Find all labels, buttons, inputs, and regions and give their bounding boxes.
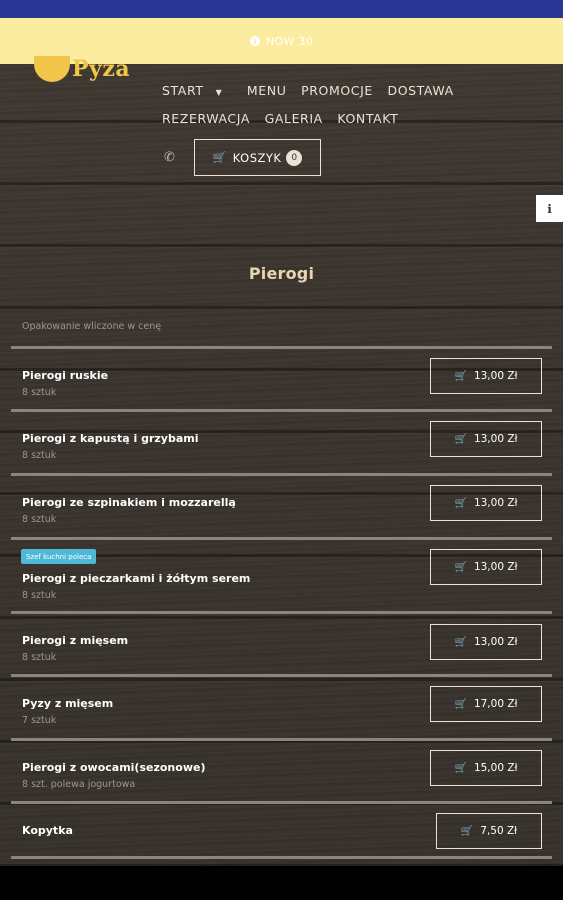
cart-icon: 🛒 [454,433,467,445]
nav-item-rezerwacja[interactable]: REZERWACJA [162,106,250,132]
cart-button[interactable]: 🛒 KOSZYK 0 [194,139,321,176]
cart-count-badge: 0 [286,149,303,166]
item-price: 7,50 Zł [480,825,518,837]
item-desc: 8 sztuk [22,652,57,663]
item-name: Pierogi z kapustą i grzybami [22,432,199,445]
cart-icon: 🛒 [454,636,467,648]
chef-recommends-badge: Szef kuchni poleca [21,549,97,564]
item-price: 17,00 Zł [473,698,518,710]
add-to-cart-button[interactable]: 🛒 13,00 Zł [430,485,542,521]
nav-item-start[interactable]: START ▼ [162,78,232,106]
item-price: 13,00 Zł [473,636,518,648]
item-name: Kopytka [22,824,73,837]
item-name: Pyzy z mięsem [22,697,114,710]
add-to-cart-button[interactable]: 🛒 17,00 Zł [430,686,542,722]
dumpling-logo-icon [34,56,70,82]
main-nav: START ▼ MENU PROMOCJE DOSTAWA REZERWACJA … [162,78,542,132]
item-desc: 7 sztuk [22,715,57,726]
nav-item-kontakt[interactable]: KONTAKT [337,106,398,132]
item-desc: 8 sztuk [22,514,57,525]
item-desc: 8 szt. polewa jogurtowa [22,779,136,790]
menu-item: Pyzy z mięsem 7 sztuk 🛒 17,00 Zł [11,674,552,738]
notice-text: NOW 30 [265,34,314,48]
menu-item: Pierogi ruskie 8 sztuk 🛒 13,00 Zł [11,346,552,409]
cart-icon: 🛒 [460,825,474,837]
cart-icon: 🛒 [454,497,467,509]
menu-item: Kopytka 🛒 7,50 Zł [11,801,552,859]
status-bar [0,0,563,18]
cart-label: KOSZYK [232,150,282,165]
info-side-button[interactable]: ℹ [536,195,563,222]
nav-item-label: START [162,83,204,98]
menu-item: Pierogi z kapustą i grzybami 8 sztuk 🛒 1… [11,409,552,473]
item-name: Pierogi ze szpinakiem i mozzarellą [22,496,236,509]
cart-icon: 🛒 [454,561,467,573]
item-price: 13,00 Zł [473,433,518,445]
logo-text: Pyza [72,56,131,82]
item-price: 13,00 Zł [473,370,518,382]
item-price: 15,00 Zł [473,762,518,774]
cart-icon: 🛒 [454,762,467,774]
item-name: Pierogi z mięsem [22,634,129,647]
cart-icon: 🛒 [454,698,467,710]
nav-item-dostawa[interactable]: DOSTAWA [387,78,453,104]
item-price: 13,00 Zł [473,561,518,573]
caret-down-icon: ▼ [215,88,223,97]
nav-item-promocje[interactable]: PROMOCJE [301,78,373,104]
menu-item: Pierogi z mięsem 8 sztuk 🛒 13,00 Zł [11,611,552,674]
menu-item: Szef kuchni poleca Pierogi z pieczarkami… [11,537,552,611]
add-to-cart-button[interactable]: 🛒 15,00 Zł [430,750,542,786]
add-to-cart-button[interactable]: 🛒 13,00 Zł [430,358,542,394]
menu-item: Pierogi z owocami(sezonowe) 8 szt. polew… [11,738,552,801]
add-to-cart-button[interactable]: 🛒 13,00 Zł [430,624,542,660]
item-desc: 8 sztuk [22,387,57,398]
add-to-cart-button[interactable]: 🛒 13,00 Zł [430,421,542,457]
cart-icon: 🛒 [454,370,467,382]
logo[interactable]: Pyza [34,56,130,82]
phone-icon[interactable]: ✆ [164,150,175,165]
navigation-bar [0,866,563,900]
item-name: Pierogi z owocami(sezonowe) [22,761,206,774]
nav-item-menu[interactable]: MENU [247,78,287,104]
nav-item-galeria[interactable]: GALERIA [265,106,323,132]
item-name: Pierogi ruskie [22,369,109,382]
section-title: Pierogi [248,264,315,283]
item-desc: 8 sztuk [22,590,57,601]
menu-list: Pierogi ruskie 8 sztuk 🛒 13,00 Zł Pierog… [11,346,552,859]
item-desc: 8 sztuk [22,450,57,461]
cart-icon: 🛒 [212,151,227,164]
add-to-cart-button[interactable]: 🛒 7,50 Zł [436,813,542,849]
packaging-note: Opakowanie wliczone w cenę [22,321,162,332]
item-price: 13,00 Zł [473,497,518,509]
add-to-cart-button[interactable]: 🛒 13,00 Zł [430,549,542,585]
info-icon: i [249,36,260,46]
item-name: Pierogi z pieczarkami i żółtym serem [22,572,251,585]
menu-item: Pierogi ze szpinakiem i mozzarellą 8 szt… [11,473,552,537]
